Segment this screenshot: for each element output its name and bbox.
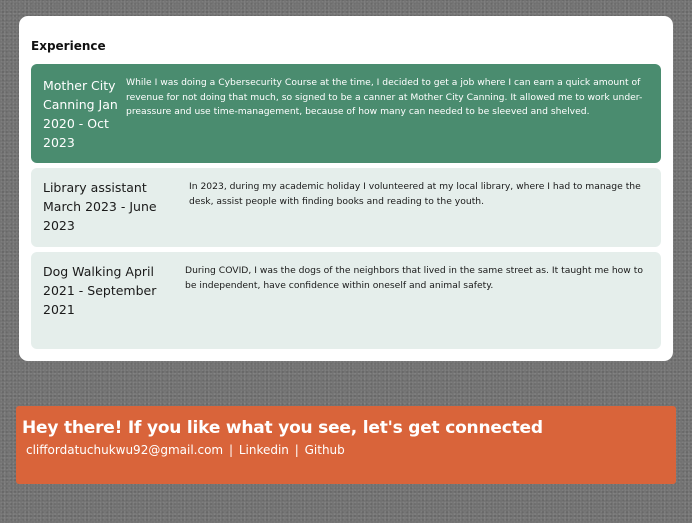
experience-item-mother-city-canning[interactable]: Mother City Canning Jan 2020 - Oct 2023 … xyxy=(31,64,661,163)
link-separator: | xyxy=(294,443,299,457)
experience-description: While I was doing a Cybersecurity Course… xyxy=(126,77,643,117)
experience-description: In 2023, during my academic holiday I vo… xyxy=(189,181,641,207)
experience-item-library-assistant[interactable]: Library assistant March 2023 - June 2023… xyxy=(31,168,661,247)
email-link[interactable]: cliffordatuchukwu92@gmail.com xyxy=(26,443,223,457)
experience-description: During COVID, I was the dogs of the neig… xyxy=(185,265,643,291)
experience-title: Experience xyxy=(31,39,106,53)
contact-banner: Hey there! If you like what you see, let… xyxy=(16,406,676,484)
linkedin-link[interactable]: Linkedin xyxy=(239,443,289,457)
contact-heading: Hey there! If you like what you see, let… xyxy=(22,418,543,438)
experience-role: Dog Walking April 2021 - September 2021 xyxy=(43,264,157,317)
github-link[interactable]: Github xyxy=(305,443,345,457)
experience-card: Experience Mother City Canning Jan 2020 … xyxy=(19,16,673,361)
experience-role: Library assistant March 2023 - June 2023 xyxy=(43,180,157,233)
experience-role: Mother City Canning Jan 2020 - Oct 2023 xyxy=(43,78,118,150)
link-separator: | xyxy=(228,443,233,457)
contact-links: cliffordatuchukwu92@gmail.com | Linkedin… xyxy=(26,441,345,459)
experience-item-dog-walking[interactable]: Dog Walking April 2021 - September 2021 … xyxy=(31,252,661,349)
